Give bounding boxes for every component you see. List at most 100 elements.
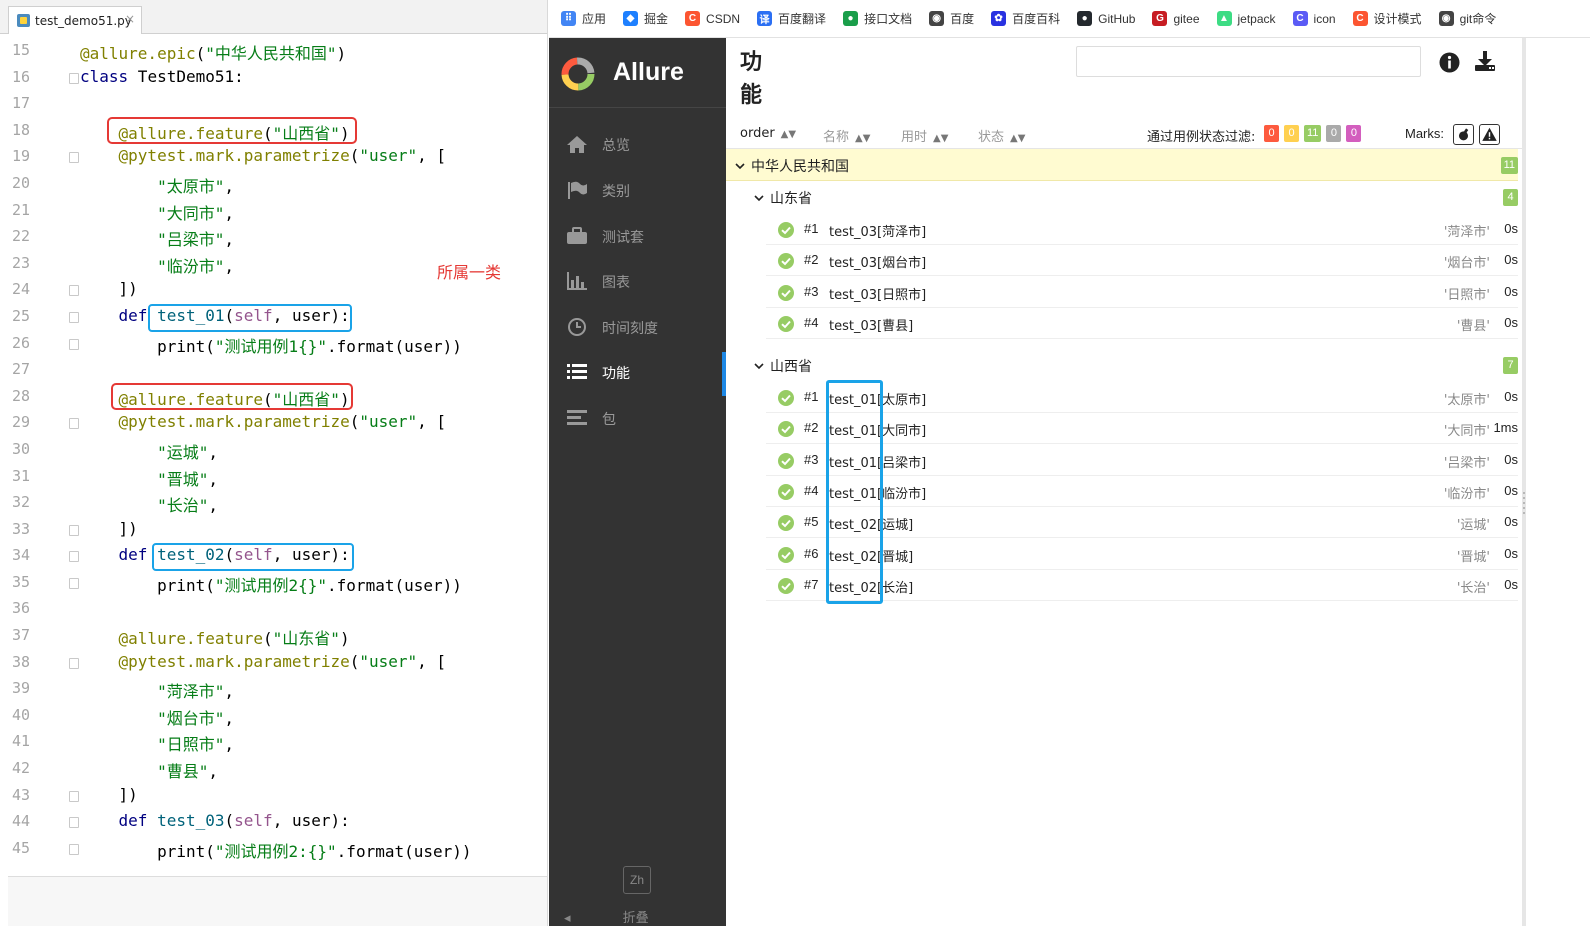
test-row[interactable]: #2 test_03[烟台市] '烟台市' 0s: [766, 245, 1518, 277]
code-line[interactable]: 22 "吕梁市",: [0, 224, 547, 251]
test-duration: 0s: [1504, 482, 1518, 498]
warning-mark-icon[interactable]: [1479, 124, 1500, 145]
bookmark-label: 百度百科: [1012, 12, 1061, 26]
language-switch[interactable]: Zh: [623, 866, 651, 894]
bookmark-item[interactable]: ● GitHub: [1077, 11, 1135, 26]
bookmark-item[interactable]: ▲ jetpack: [1216, 11, 1276, 26]
bookmark-item[interactable]: ✿ 百度百科: [991, 10, 1060, 27]
code-line[interactable]: 21 "大同市",: [0, 198, 547, 225]
code-text: @pytest.mark.parametrize("user", [: [118, 146, 447, 166]
code-line[interactable]: 38 @pytest.mark.parametrize("user", [: [0, 650, 547, 677]
nav-label: 包: [602, 412, 616, 428]
fold-marker-icon[interactable]: [69, 843, 79, 855]
fold-marker-icon[interactable]: [69, 790, 79, 802]
fold-marker-icon[interactable]: [69, 311, 79, 323]
code-text: "日照市",: [157, 735, 234, 755]
page-scrollbar[interactable]: [1522, 38, 1590, 926]
fold-marker-icon[interactable]: [69, 338, 79, 350]
status-filter-badge[interactable]: 0: [1326, 125, 1342, 142]
info-icon[interactable]: [1439, 52, 1460, 73]
fold-marker-icon[interactable]: [69, 577, 79, 589]
bookmark-item[interactable]: ● 接口文档: [843, 10, 912, 27]
code-line[interactable]: 29 @pytest.mark.parametrize("user", [: [0, 410, 547, 437]
status-filter-badge[interactable]: 0: [1346, 125, 1362, 142]
sort-duration[interactable]: 用时 ▲▼: [901, 126, 948, 145]
code-line[interactable]: 45 print("测试用例2:{}".format(user)): [0, 836, 547, 863]
code-line[interactable]: 33 ]): [0, 517, 547, 544]
code-line[interactable]: 15 @allure.epic("中华人民共和国"): [0, 38, 547, 65]
code-line[interactable]: 32 "长治",: [0, 490, 547, 517]
bookmark-item[interactable]: ◉ 百度: [929, 10, 974, 27]
bookmark-item[interactable]: ⠿ 应用: [561, 10, 606, 27]
code-line[interactable]: 26 print("测试用例1{}".format(user)): [0, 331, 547, 358]
code-line[interactable]: 36: [0, 596, 547, 623]
sort-order[interactable]: order ▲▼: [740, 126, 796, 141]
status-filter-badge[interactable]: 0: [1284, 125, 1299, 142]
fold-marker-icon[interactable]: [69, 524, 79, 536]
bookmark-item[interactable]: Ggitee: [1152, 11, 1200, 26]
fold-marker-icon[interactable]: [69, 285, 79, 297]
fold-marker-icon[interactable]: [69, 551, 79, 563]
test-parameter: '日照市': [1443, 287, 1490, 303]
code-line[interactable]: 16 class TestDemo51:: [0, 65, 547, 92]
bookmark-item[interactable]: 译百度翻译: [757, 10, 826, 27]
scroll-grip-icon[interactable]: [1522, 488, 1526, 518]
code-line[interactable]: 39 "菏泽市",: [0, 676, 547, 703]
line-number: 42: [12, 759, 31, 778]
bookmark-item[interactable]: ◆ 掘金: [623, 10, 668, 27]
collapse-sidebar-button[interactable]: ◂ 折叠: [564, 907, 649, 926]
bookmark-item[interactable]: C CSDN: [685, 11, 740, 26]
close-tab-icon[interactable]: ×: [125, 12, 135, 26]
test-row[interactable]: #4 test_03[曹县] '曹县' 0s: [766, 308, 1518, 339]
nav-item-briefcase[interactable]: 测试套: [549, 214, 726, 258]
feature-row[interactable]: 山东省 4: [726, 181, 1518, 213]
sort-status[interactable]: 状态 ▲▼: [978, 126, 1025, 145]
fold-marker-icon[interactable]: [69, 72, 79, 84]
allure-brand[interactable]: Allure: [549, 38, 726, 108]
code-text: @pytest.mark.parametrize("user", [: [118, 651, 447, 671]
fold-marker-icon[interactable]: [69, 418, 79, 430]
search-input[interactable]: [1076, 46, 1421, 77]
feature-row[interactable]: 山西省 7: [726, 349, 1518, 381]
nav-item-home[interactable]: 总览: [549, 122, 726, 166]
status-filter-badge[interactable]: 11: [1304, 125, 1322, 142]
nav-item-clock[interactable]: 时间刻度: [549, 305, 726, 349]
fold-marker-icon[interactable]: [69, 817, 79, 829]
test-row[interactable]: #1 test_03[菏泽市] '菏泽市' 0s: [766, 214, 1518, 245]
code-line[interactable]: 40 "烟台市",: [0, 703, 547, 730]
code-line[interactable]: 41 "日照市",: [0, 729, 547, 756]
nav-item-package[interactable]: 包: [549, 396, 726, 440]
csdn-icon: C: [685, 11, 701, 26]
test-row[interactable]: #3 test_03[日照市] '日照市' 0s: [766, 277, 1518, 308]
code-line[interactable]: 42 "曹县",: [0, 756, 547, 783]
line-number: 28: [12, 386, 31, 405]
bookmark-item[interactable]: ◉ git命令: [1438, 10, 1496, 27]
nav-item-list[interactable]: 功能: [549, 350, 726, 396]
editor-tab[interactable]: test_demo51.py ×: [8, 6, 142, 34]
code-line[interactable]: 30 "运城",: [0, 437, 547, 464]
download-icon[interactable]: [1474, 50, 1496, 72]
code-line[interactable]: 37 @allure.feature("山东省"): [0, 623, 547, 650]
fold-marker-icon[interactable]: [69, 152, 79, 164]
code-line[interactable]: 19 @pytest.mark.parametrize("user", [: [0, 144, 547, 171]
fold-marker-icon[interactable]: [69, 657, 79, 669]
epic-row[interactable]: 中华人民共和国 11: [726, 149, 1518, 181]
code-line[interactable]: 31 "晋城",: [0, 464, 547, 491]
flag-icon: [568, 181, 587, 199]
code-line[interactable]: 35 print("测试用例2{}".format(user)): [0, 570, 547, 597]
flaky-mark-icon[interactable]: [1453, 124, 1474, 145]
group-count-badge: 11: [1500, 157, 1518, 174]
status-filter-badge[interactable]: 0: [1264, 125, 1279, 142]
code-line[interactable]: 44 def test_03(self, user):: [0, 809, 547, 836]
code-line[interactable]: 27: [0, 357, 547, 384]
code-line[interactable]: 43 ]): [0, 783, 547, 810]
code-line[interactable]: 20 "太原市",: [0, 171, 547, 198]
code-text: "大同市",: [157, 203, 234, 223]
sort-name[interactable]: 名称 ▲▼: [823, 126, 870, 145]
nav-item-bar-chart[interactable]: 图表: [549, 259, 726, 303]
bookmark-item[interactable]: C 设计模式: [1352, 10, 1422, 27]
bookmark-item[interactable]: Cicon: [1292, 11, 1336, 26]
line-number: 34: [12, 546, 31, 565]
nav-item-flag[interactable]: 类别: [549, 168, 726, 212]
code-line[interactable]: 17: [0, 91, 547, 118]
